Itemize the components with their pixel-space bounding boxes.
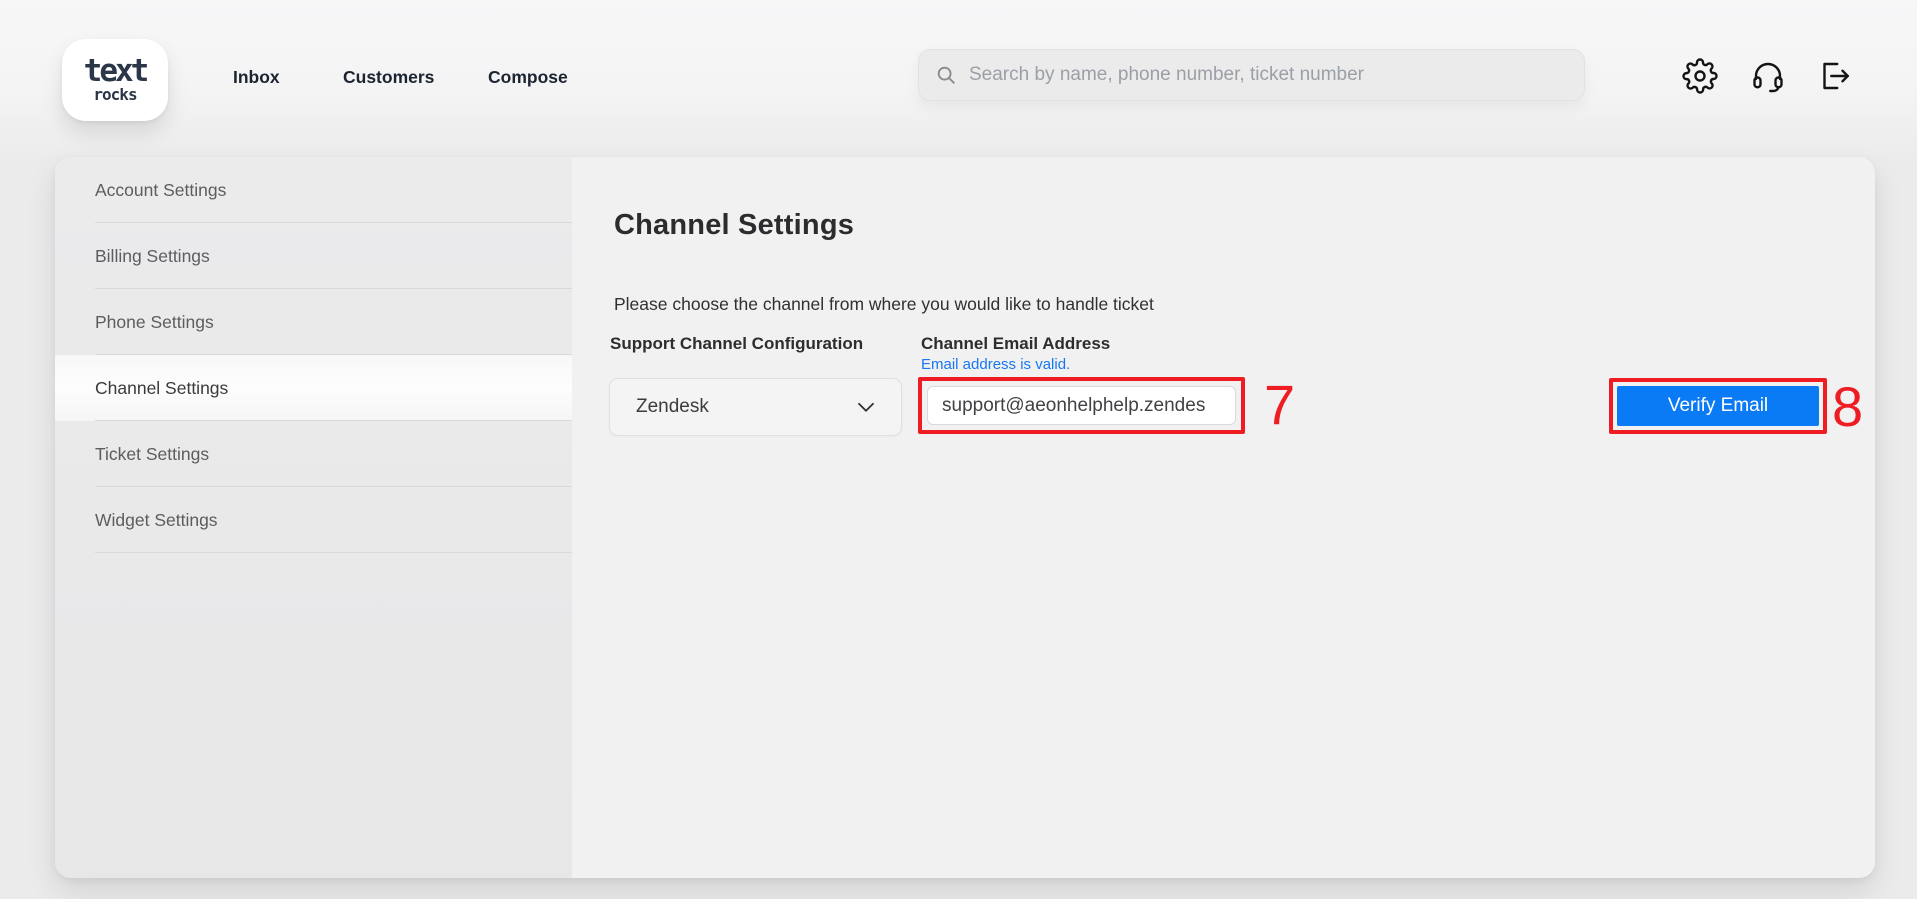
email-validation-message: Email address is valid.	[921, 356, 1070, 373]
channel-email-input[interactable]	[927, 386, 1236, 425]
sidebar-item-account-settings[interactable]: Account Settings	[55, 157, 572, 223]
sidebar-item-channel-settings[interactable]: Channel Settings	[55, 355, 572, 421]
page-subtitle: Please choose the channel from where you…	[614, 294, 1154, 315]
logout-icon[interactable]	[1815, 56, 1855, 96]
global-search	[918, 49, 1585, 101]
sidebar-item-label: Widget Settings	[95, 510, 218, 531]
support-channel-config-label: Support Channel Configuration	[610, 334, 863, 354]
page-title: Channel Settings	[614, 209, 854, 242]
sidebar-item-label: Billing Settings	[95, 246, 210, 267]
nav-item-customers[interactable]: Customers	[343, 67, 434, 88]
channel-select-value: Zendesk	[636, 396, 709, 418]
annotation-number-8: 8	[1832, 379, 1863, 435]
settings-sidebar: Account Settings Billing Settings Phone …	[55, 157, 572, 878]
settings-card: Account Settings Billing Settings Phone …	[55, 157, 1875, 878]
sidebar-item-label: Ticket Settings	[95, 444, 209, 465]
sidebar-item-ticket-settings[interactable]: Ticket Settings	[55, 421, 572, 487]
verify-email-button[interactable]: Verify Email	[1617, 386, 1819, 426]
brand-logo[interactable]: text rocks	[62, 39, 168, 121]
support-headset-icon[interactable]	[1748, 56, 1788, 96]
sidebar-item-billing-settings[interactable]: Billing Settings	[55, 223, 572, 289]
brand-logo-subtext: rocks	[93, 86, 136, 104]
sidebar-item-widget-settings[interactable]: Widget Settings	[55, 487, 572, 553]
nav-item-compose[interactable]: Compose	[488, 67, 568, 88]
sidebar-item-label: Account Settings	[95, 180, 226, 201]
settings-gear-icon[interactable]	[1680, 56, 1720, 96]
sidebar-item-phone-settings[interactable]: Phone Settings	[55, 289, 572, 355]
annotation-box-email	[918, 377, 1245, 434]
nav-item-inbox[interactable]: Inbox	[233, 67, 280, 88]
search-icon	[935, 64, 957, 86]
top-header: text rocks Inbox Customers Compose	[0, 0, 1917, 157]
annotation-box-verify: Verify Email	[1609, 378, 1827, 434]
sidebar-item-label: Phone Settings	[95, 312, 214, 333]
channel-select[interactable]: Zendesk	[609, 378, 902, 436]
channel-email-label: Channel Email Address	[921, 334, 1110, 354]
brand-logo-text: text	[84, 56, 147, 86]
search-input[interactable]	[969, 64, 1568, 86]
annotation-number-7: 7	[1264, 377, 1295, 433]
channel-settings-panel: Channel Settings Please choose the chann…	[572, 157, 1875, 878]
sidebar-item-label: Channel Settings	[95, 378, 228, 399]
chevron-down-icon	[853, 394, 879, 420]
